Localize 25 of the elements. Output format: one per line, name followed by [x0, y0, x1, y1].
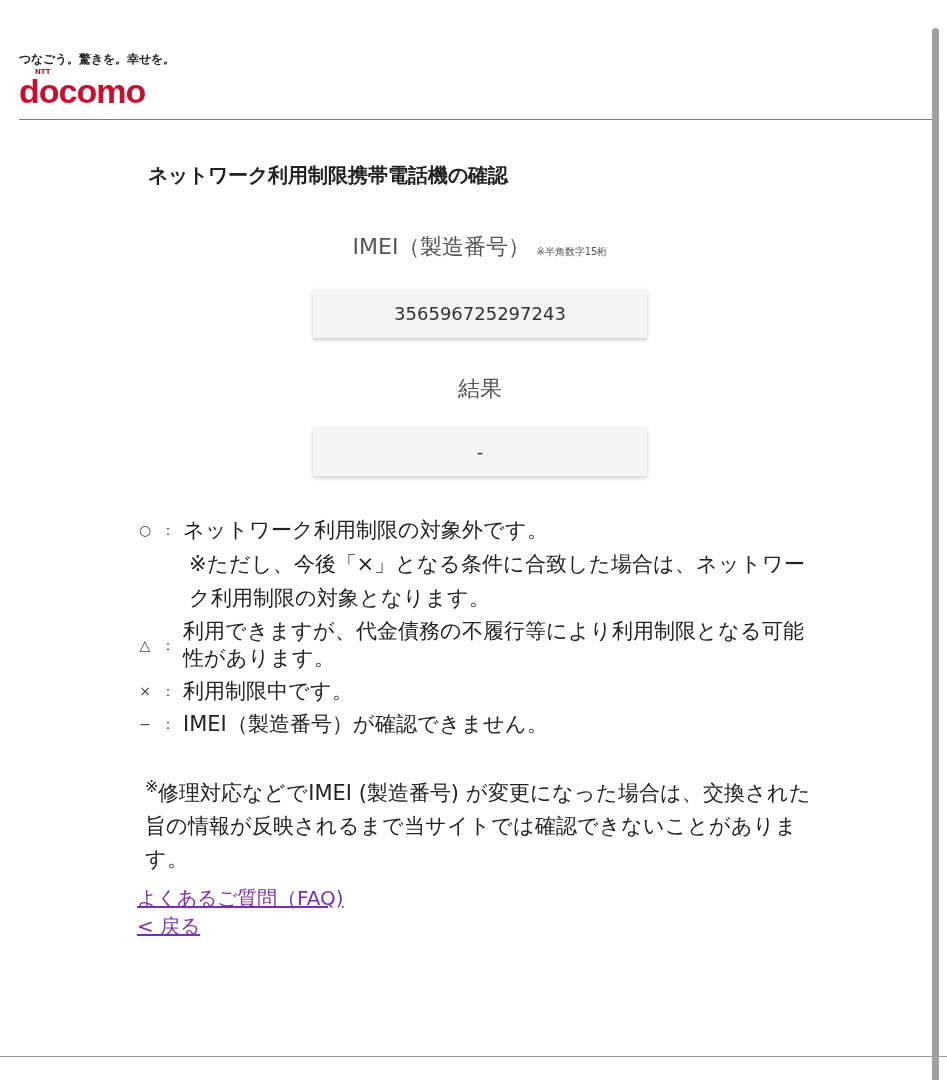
- legend-separator: ：: [160, 635, 176, 655]
- link[interactable]: < 戻る: [137, 912, 201, 940]
- legend-separator: ：: [160, 715, 176, 734]
- legend-text: ネットワーク利用制限の対象外です。: [183, 517, 549, 544]
- legend-text: 利用できますが、代金債務の不履行等により利用制限となる可能性があります。: [183, 618, 805, 672]
- legend-symbol: △: [138, 635, 152, 655]
- legend-symbol: ×: [138, 682, 152, 701]
- legend-symbol: −: [138, 715, 152, 734]
- scroll-bar[interactable]: [932, 28, 939, 1080]
- page-title: ネットワーク利用制限携帯電話機の確認: [148, 162, 508, 189]
- legend-text: IMEI（製造番号）が確認できません。: [183, 711, 549, 738]
- legend-separator: ：: [160, 521, 176, 540]
- tagline: つなごう。驚きを。幸せを。: [19, 52, 175, 66]
- legend-note: ※ただし、今後「×」となる条件に合致した場合は、ネットワーク利用制限の対象となります。: [189, 551, 807, 612]
- imei-hint: ※半角数字15桁: [536, 245, 608, 259]
- logo: docomo: [19, 76, 146, 106]
- result-label: 結果: [458, 375, 502, 403]
- legend-separator: ：: [160, 682, 176, 701]
- imei-label: IMEI（製造番号）: [352, 233, 531, 261]
- legend-text: 利用制限中です。: [183, 678, 354, 705]
- notice-text: $^{※}$修理対応などでIMEI (製造番号) が変更になった場合は、交換された旨の情報が反映されるまで当サイトでは確認できないことがあります。: [145, 777, 812, 873]
- result-field: -: [313, 427, 647, 476]
- imei-field[interactable]: 356596725297243: [313, 289, 647, 338]
- legend-symbol: ○: [137, 521, 153, 540]
- link[interactable]: よくあるご質問（FAQ): [137, 884, 344, 912]
